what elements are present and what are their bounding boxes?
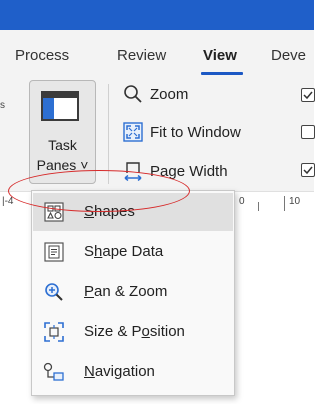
page-width-label: Page Width	[150, 162, 228, 180]
menu-item-label: Size & Position	[84, 323, 185, 340]
zoom-icon	[122, 83, 144, 105]
tab-review[interactable]: Review	[117, 47, 166, 64]
ribbon-panel: s Task Panes ˅ Zoom Fit to Window Page W…	[0, 76, 315, 192]
menu-item-label: Shape Data	[84, 243, 164, 260]
title-bar	[0, 0, 314, 30]
menu-item-size-position[interactable]: Size & Position	[33, 313, 233, 351]
fit-to-window-label: Fit to Window	[150, 123, 241, 141]
menu-item-label: Shapes	[84, 203, 135, 220]
task-panes-button[interactable]: Task Panes ˅	[29, 80, 96, 184]
page-width-icon	[122, 160, 144, 182]
tab-process[interactable]: Process	[15, 47, 69, 64]
ruler-tick	[284, 196, 285, 211]
menu-item-label: Pan & Zoom	[84, 283, 168, 300]
ruler-label: |-4	[2, 196, 14, 207]
task-panes-dropdown-menu: Shapes Shape Data Pan & Zoom Size & Posi…	[31, 190, 235, 396]
active-tab-indicator	[201, 72, 243, 75]
checkbox-2[interactable]	[301, 125, 315, 139]
shapes-icon	[43, 201, 65, 223]
fit-to-window-button[interactable]: Fit to Window	[122, 120, 241, 144]
ribbon-left-fragment: s	[0, 100, 5, 111]
menu-item-shape-data[interactable]: Shape Data	[33, 233, 233, 271]
ruler-label: 0	[239, 196, 245, 207]
navigation-icon	[43, 361, 65, 383]
size-position-icon	[43, 321, 65, 343]
ruler-label: 10	[289, 196, 301, 207]
ribbon-group-separator	[108, 84, 109, 184]
menu-item-label: Navigation	[84, 363, 155, 380]
menu-item-shapes[interactable]: Shapes	[33, 193, 233, 231]
menu-item-pan-zoom[interactable]: Pan & Zoom	[33, 273, 233, 311]
ruler-tick	[258, 202, 259, 211]
menu-item-navigation[interactable]: Navigation	[33, 353, 233, 391]
zoom-label: Zoom	[150, 85, 189, 103]
ribbon-tab-bar: Process Review View Deve	[0, 30, 314, 76]
pan-zoom-icon	[43, 281, 65, 303]
checkbox-3[interactable]	[301, 163, 315, 177]
zoom-button[interactable]: Zoom	[122, 82, 188, 106]
tab-view[interactable]: View	[203, 47, 237, 64]
shape-data-icon	[43, 241, 65, 263]
checkbox-1[interactable]	[301, 88, 315, 102]
tab-developer[interactable]: Deve	[271, 47, 306, 64]
page-width-button[interactable]: Page Width	[122, 159, 228, 183]
task-panes-icon	[41, 91, 79, 121]
fit-to-window-icon	[122, 121, 144, 143]
task-panes-label-line2: Panes ˅	[36, 157, 89, 173]
task-panes-label-line1: Task	[48, 137, 77, 153]
